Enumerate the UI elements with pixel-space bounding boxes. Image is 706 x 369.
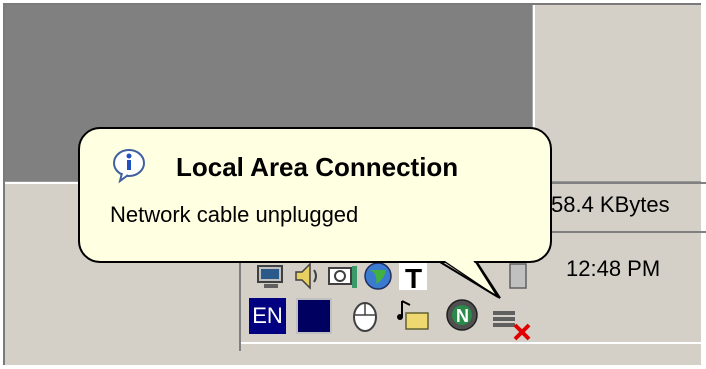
language-en-icon[interactable]: EN <box>249 298 286 334</box>
transfer-size-label: 58.4 KBytes <box>551 192 670 217</box>
monitor-icon[interactable] <box>254 258 290 294</box>
blue-square-icon[interactable] <box>296 298 332 334</box>
svg-text:N: N <box>456 306 469 326</box>
norton-icon[interactable]: N <box>444 297 480 333</box>
font-icon[interactable]: T <box>395 258 431 294</box>
info-icon <box>110 147 148 185</box>
speaker-icon[interactable] <box>290 258 326 294</box>
tray-border-bottom <box>241 342 706 344</box>
balloon-title: Local Area Connection <box>176 152 459 182</box>
generic-tray-icon[interactable] <box>500 258 536 294</box>
balloon-tooltip[interactable] <box>78 127 552 263</box>
taskbar-clock[interactable]: 12:48 PM <box>566 256 660 282</box>
mouse-icon[interactable] <box>347 297 383 333</box>
connection-icon[interactable] <box>325 258 361 294</box>
music-folder-icon[interactable] <box>396 297 432 333</box>
globe-icon[interactable] <box>360 258 396 294</box>
svg-text:T: T <box>405 263 422 294</box>
network-disconnected-icon[interactable] <box>489 297 531 341</box>
balloon-message: Network cable unplugged <box>110 202 359 227</box>
